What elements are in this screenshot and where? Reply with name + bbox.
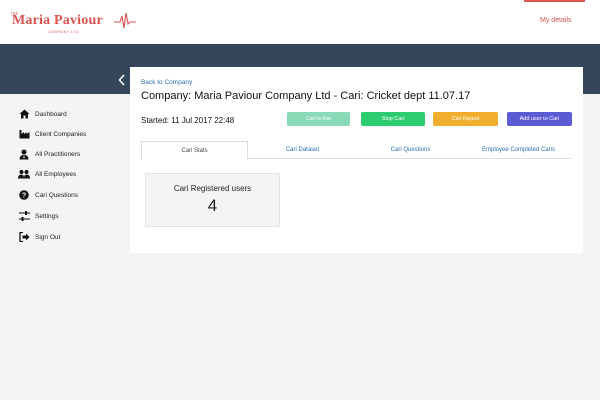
sign-out-icon <box>18 231 30 243</box>
chevron-left-icon[interactable] <box>116 74 128 88</box>
sidebar-item-client-companies[interactable]: Client Companies <box>18 126 86 142</box>
tab-bar: Cari Stats Cari Dataset Cari Questions E… <box>141 141 572 160</box>
registered-users-card: Cari Registered users 4 <box>145 173 280 227</box>
sidebar-item-label: Cari Questions <box>35 191 78 199</box>
started-timestamp: Started: 11 Jul 2017 22:48 <box>141 116 235 125</box>
my-details-indicator <box>524 0 585 2</box>
sidebar-item-label: Dashboard <box>35 110 67 118</box>
logo-name-text: Maria Paviour <box>12 13 103 28</box>
sidebar-item-all-practitioners[interactable]: All Practitioners <box>18 146 80 162</box>
user-tie-icon <box>18 148 30 160</box>
sidebar-item-all-employees[interactable]: All Employees <box>18 166 76 182</box>
add-user-button[interactable]: Add user to Cari <box>507 112 572 126</box>
users-icon <box>18 168 30 180</box>
sidebar-item-sign-out[interactable]: Sign Out <box>18 229 60 245</box>
tab-cari-dataset[interactable]: Cari Dataset <box>249 141 356 159</box>
industry-icon <box>18 128 30 140</box>
question-circle-icon: ? <box>18 189 30 201</box>
sidebar-item-label: Settings <box>35 212 59 220</box>
sidebar-item-label: All Practitioners <box>35 150 81 158</box>
tab-employee-completed-caris[interactable]: Employee Completed Caris <box>465 141 572 159</box>
logo-subtitle-text: COMPANY LTD <box>48 30 80 34</box>
tab-cari-stats[interactable]: Cari Stats <box>141 141 248 160</box>
stop-cari-button[interactable]: Stop Cari <box>361 112 425 126</box>
stat-label: Cari Registered users <box>173 184 252 193</box>
cari-report-button[interactable]: Cari Report <box>433 112 498 126</box>
main-panel: Back to Company Company: Maria Paviour C… <box>130 67 583 253</box>
heartbeat-icon <box>114 12 136 29</box>
my-details-link[interactable]: My details <box>540 17 572 24</box>
tab-cari-questions[interactable]: Cari Questions <box>357 141 464 159</box>
sidebar-item-dashboard[interactable]: Dashboard <box>18 106 67 122</box>
stat-value: 4 <box>207 196 218 215</box>
sidebar-item-label: All Employees <box>35 170 77 178</box>
sidebar-item-settings[interactable]: Settings <box>18 208 59 224</box>
sidebar-item-cari-questions[interactable]: ? Cari Questions <box>18 187 78 203</box>
top-bar: THE Maria Paviour COMPANY LTD My details <box>0 0 600 44</box>
cari-live-button[interactable]: Cari is live <box>287 112 350 126</box>
home-icon <box>18 108 30 120</box>
svg-text:?: ? <box>22 193 26 200</box>
sidebar-item-label: Client Companies <box>35 130 87 138</box>
sliders-icon <box>18 210 30 222</box>
company-logo[interactable]: THE Maria Paviour COMPANY LTD <box>10 10 140 36</box>
sidebar-item-label: Sign Out <box>35 233 61 241</box>
page-title: Company: Maria Paviour Company Ltd - Car… <box>141 90 471 102</box>
back-to-company-link[interactable]: Back to Company <box>141 79 192 86</box>
